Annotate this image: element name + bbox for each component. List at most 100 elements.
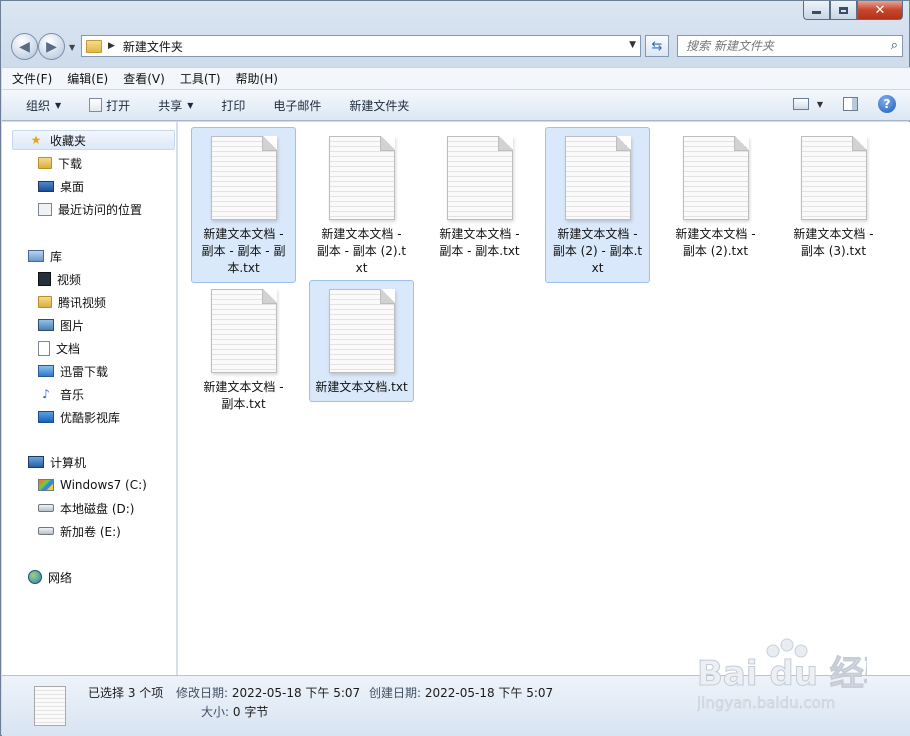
menu-view[interactable]: 查看(V)	[123, 70, 165, 87]
nav-item-label: 图片	[60, 318, 85, 333]
recent-pages-dropdown[interactable]: ▼	[69, 43, 75, 52]
print-button[interactable]: 打印	[221, 97, 245, 114]
organize-button[interactable]: 组织 ▼	[26, 97, 61, 114]
selected-files-icon	[34, 686, 66, 726]
file-name: 新建文本文档 - 副本 - 副本 - 副本.txt	[201, 227, 286, 275]
nav-network[interactable]: 网络	[28, 567, 72, 587]
folder-icon	[38, 296, 52, 308]
search-input[interactable]	[686, 39, 876, 53]
hard-drive-icon	[38, 527, 54, 535]
downloads-folder-icon	[38, 157, 52, 169]
file-item[interactable]: 新建文本文档 - 副本 - 副本.txt	[427, 127, 532, 266]
modified-date: 修改日期: 2022-05-18 下午 5:07	[176, 684, 360, 701]
file-item[interactable]: 新建文本文档 - 副本 (2).txt	[663, 127, 768, 266]
notepad-icon	[89, 98, 103, 112]
nav-thunder-downloads[interactable]: 迅雷下载	[38, 361, 108, 381]
close-button[interactable]: ✕	[857, 1, 903, 20]
documents-icon	[38, 340, 50, 356]
text-file-icon	[210, 289, 277, 373]
chevron-down-icon: ▼	[55, 100, 62, 110]
libraries-icon	[28, 250, 44, 262]
text-file-icon	[800, 136, 867, 220]
nav-drive-d[interactable]: 本地磁盘 (D:)	[38, 498, 134, 518]
nav-computer[interactable]: 计算机	[28, 452, 86, 472]
network-icon	[28, 570, 42, 584]
file-name: 新建文本文档 - 副本 - 副本.txt	[439, 227, 520, 258]
forward-button[interactable]: ▶	[38, 33, 65, 60]
size-value: 0 字节	[232, 705, 269, 719]
file-size: 大小: 0 字节	[201, 703, 268, 720]
open-label: 打开	[106, 98, 131, 113]
file-list: 新建文本文档 - 副本 - 副本 - 副本.txt 新建文本文档 - 副本 - …	[178, 122, 900, 675]
modified-label: 修改日期:	[176, 686, 229, 700]
nav-recent-places[interactable]: 最近访问的位置	[38, 199, 142, 219]
maximize-icon	[839, 6, 848, 14]
file-item[interactable]: 新建文本文档 - 副本 - 副本 (2).txt	[309, 127, 414, 283]
file-name: 新建文本文档 - 副本 (2).txt	[675, 227, 756, 258]
nav-libraries[interactable]: 库	[28, 246, 62, 266]
text-file-icon	[564, 136, 631, 220]
minimize-button[interactable]	[803, 1, 830, 20]
share-label: 共享	[158, 98, 183, 113]
share-button[interactable]: 共享 ▼	[158, 97, 193, 114]
email-button[interactable]: 电子邮件	[273, 97, 321, 114]
selection-count: 已选择 3 个项	[88, 686, 164, 700]
nav-music[interactable]: ♪ 音乐	[38, 384, 84, 404]
nav-drive-e[interactable]: 新加卷 (E:)	[38, 521, 121, 541]
nav-youku-library[interactable]: 优酷影视库	[38, 407, 120, 427]
desktop-icon	[38, 180, 54, 192]
content-scrollbar-area	[900, 122, 910, 675]
nav-item-label: 下载	[58, 156, 83, 171]
nav-drive-c[interactable]: Windows7 (C:)	[38, 475, 147, 495]
file-item[interactable]: 新建文本文档 - 副本.txt	[191, 280, 296, 419]
nav-documents[interactable]: 文档	[38, 338, 80, 358]
file-item[interactable]: 新建文本文档 - 副本 (2) - 副本.txt	[545, 127, 650, 283]
menu-edit[interactable]: 编辑(E)	[67, 70, 108, 87]
navigation-pane: ★ 收藏夹 下载 桌面 最近访问的位置 库 视频 腾讯视频 图片 文档 迅雷下载…	[2, 122, 177, 675]
maximize-button[interactable]	[830, 1, 857, 20]
minimize-icon	[812, 11, 821, 14]
menu-file[interactable]: 文件(F)	[12, 70, 52, 87]
file-name: 新建文本文档 - 副本.txt	[203, 380, 284, 411]
menu-bar: 文件(F) 编辑(E) 查看(V) 工具(T) 帮助(H)	[2, 67, 910, 89]
file-item[interactable]: 新建文本文档.txt	[309, 280, 414, 402]
view-options-dropdown[interactable]: ▼	[817, 100, 823, 109]
breadcrumb-chevron-icon[interactable]: ▶	[108, 41, 115, 51]
file-item[interactable]: 新建文本文档 - 副本 - 副本 - 副本.txt	[191, 127, 296, 283]
help-icon[interactable]: ?	[878, 95, 896, 113]
modified-value: 2022-05-18 下午 5:07	[231, 686, 361, 700]
file-item[interactable]: 新建文本文档 - 副本 (3).txt	[781, 127, 886, 266]
nav-favorites[interactable]: ★ 收藏夹	[12, 130, 175, 150]
new-folder-button[interactable]: 新建文件夹	[349, 97, 409, 114]
size-label: 大小:	[201, 705, 230, 719]
change-view-icon[interactable]	[792, 98, 809, 110]
recent-places-icon	[38, 202, 52, 216]
refresh-button[interactable]: ⇆	[645, 35, 669, 57]
refresh-icon: ⇆	[651, 38, 663, 54]
preview-pane-icon[interactable]	[843, 97, 858, 111]
address-history-dropdown[interactable]: ▼	[629, 40, 636, 50]
nav-pictures[interactable]: 图片	[38, 315, 84, 335]
arrow-left-icon: ◀	[19, 38, 30, 55]
nav-desktop[interactable]: 桌面	[38, 176, 84, 196]
open-button[interactable]: 打开	[89, 97, 130, 114]
search-icon[interactable]: ⌕	[891, 38, 898, 53]
nav-item-label: 音乐	[60, 387, 85, 402]
created-date: 创建日期: 2022-05-18 下午 5:07	[369, 684, 553, 701]
nav-videos[interactable]: 视频	[38, 269, 81, 289]
text-file-icon	[446, 136, 513, 220]
title-bar: ✕	[1, 1, 909, 29]
menu-help[interactable]: 帮助(H)	[236, 70, 278, 87]
breadcrumb-current[interactable]: 新建文件夹	[123, 38, 183, 55]
nav-item-label: 文档	[56, 341, 81, 356]
folder-icon	[86, 39, 102, 53]
window-controls: ✕	[803, 1, 903, 21]
nav-tencent-video[interactable]: 腾讯视频	[38, 292, 106, 312]
address-bar[interactable]: ▶ 新建文件夹 ▼	[81, 35, 641, 57]
file-name: 新建文本文档 - 副本 (3).txt	[793, 227, 874, 258]
command-bar-right: ▼ ?	[792, 95, 896, 113]
back-button[interactable]: ◀	[11, 33, 38, 60]
nav-downloads[interactable]: 下载	[38, 153, 82, 173]
menu-tools[interactable]: 工具(T)	[180, 70, 221, 87]
hard-drive-icon	[38, 504, 54, 512]
